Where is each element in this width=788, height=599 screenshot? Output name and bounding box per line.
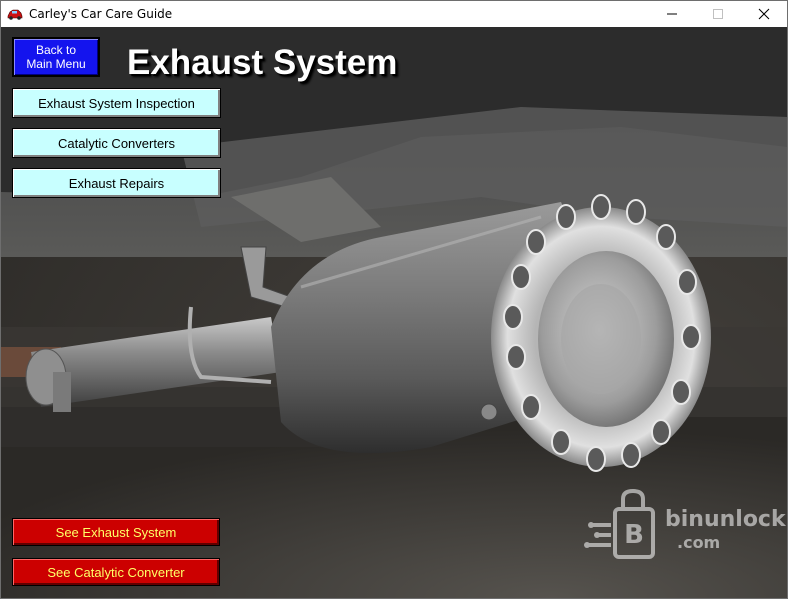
maximize-icon [713,9,723,19]
close-icon [758,8,770,20]
watermark-domain: .com [677,533,721,552]
back-button-label: Back to Main Menu [26,43,86,71]
see-catalytic-converter-button[interactable]: See Catalytic Converter [12,558,220,586]
minimize-button[interactable] [649,1,695,27]
lock-circuit-icon: B [584,488,655,559]
svg-text:B: B [624,520,644,550]
car-app-icon [7,9,23,20]
see-exhaust-label: See Exhaust System [55,524,177,540]
repairs-button-label: Exhaust Repairs [68,175,165,191]
catalytic-converters-button[interactable]: Catalytic Converters [12,128,221,158]
close-button[interactable] [741,1,787,27]
maximize-button[interactable] [695,1,741,27]
watermark: B binunlock .com [581,487,786,567]
window-controls [649,1,787,27]
page-title: Exhaust System [127,43,398,82]
inspection-button-label: Exhaust System Inspection [38,95,195,111]
see-exhaust-system-button[interactable]: See Exhaust System [12,518,220,546]
catalytic-button-label: Catalytic Converters [57,135,176,151]
exhaust-system-inspection-button[interactable]: Exhaust System Inspection [12,88,221,118]
window-title: Carley's Car Care Guide [29,7,173,21]
exhaust-photo-background: Exhaust System Back to Main Menu Exhaust… [1,27,787,598]
title-bar: Carley's Car Care Guide [1,1,787,27]
minimize-icon [667,13,677,15]
app-window: Carley's Car Care Guide Exhaust System B… [0,0,788,599]
exhaust-repairs-button[interactable]: Exhaust Repairs [12,168,221,198]
back-to-main-menu-button[interactable]: Back to Main Menu [12,37,100,77]
see-catalytic-label: See Catalytic Converter [47,564,185,580]
watermark-text: binunlock [665,507,786,532]
